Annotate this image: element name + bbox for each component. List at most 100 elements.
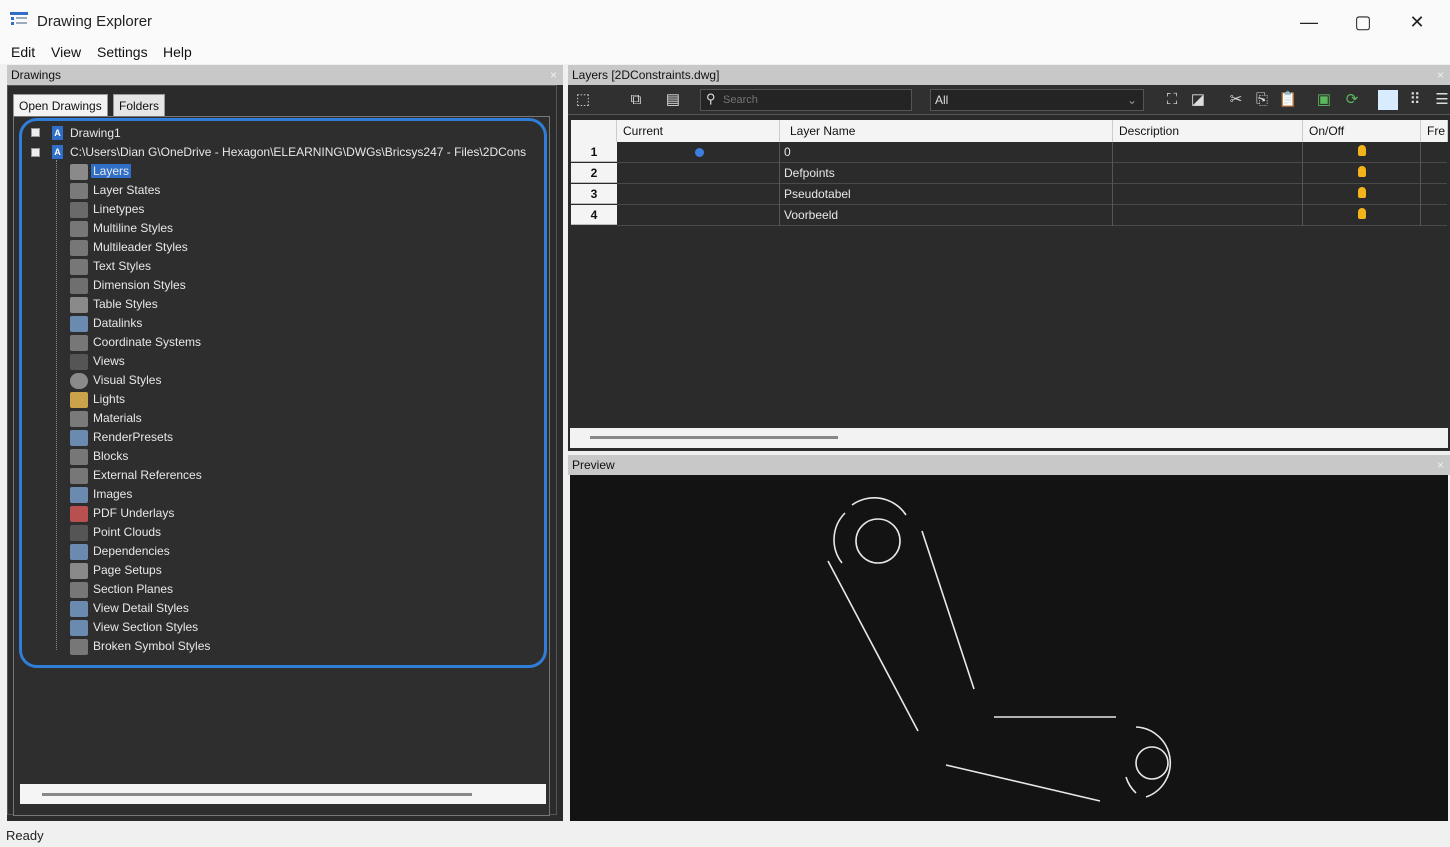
layers-panel-close-icon[interactable]: × [1437,65,1444,85]
tree-item-point-clouds[interactable]: Point Clouds [93,525,161,539]
layers-panel-header: Layers [2DConstraints.dwg] × [568,65,1450,85]
search-input[interactable] [723,92,903,108]
tab-open-drawings[interactable]: Open Drawings [13,94,108,116]
layer-filter-select[interactable]: All ⌄ [930,89,1144,111]
row-number[interactable]: 4 [571,205,617,225]
layer-filter-icon[interactable]: ⛶ [1162,90,1182,110]
table-row[interactable]: Defpoints [617,163,1447,184]
layer-name-cell[interactable]: Pseudotabel [780,184,1113,205]
tree-item-layer-states[interactable]: Layer States [93,183,160,197]
refresh-icon[interactable]: ⟳ [1342,90,1362,110]
cut-icon[interactable]: ✂ [1226,90,1246,110]
current-cell[interactable] [617,142,780,163]
export-icon[interactable]: ▣ [1314,90,1334,110]
minimize-button[interactable]: — [1286,8,1332,36]
menu-help[interactable]: Help [163,44,192,60]
views-icon [70,354,88,370]
tab-folders[interactable]: Folders [113,94,166,116]
preview-panel-title: Preview [572,458,615,472]
current-cell[interactable] [617,163,780,184]
on-off-cell[interactable] [1303,163,1421,184]
tree-item-lights[interactable]: Lights [93,392,125,406]
layer-name-cell[interactable]: 0 [780,142,1113,163]
tree-item-images[interactable]: Images [93,487,132,501]
tree-item-external-references[interactable]: External References [93,468,202,482]
tree-item-section-planes[interactable]: Section Planes [93,582,173,596]
tree-item-multileader-styles[interactable]: Multileader Styles [93,240,188,254]
layer-settings-icon[interactable]: ▤ [663,90,683,110]
list-view-icon[interactable]: ☰ [1432,90,1450,110]
on-off-cell[interactable] [1303,142,1421,163]
row-number[interactable]: 3 [571,184,617,204]
tree-item-view-section-styles[interactable]: View Section Styles [93,620,198,634]
layer-name-cell[interactable]: Voorbeeld [780,205,1113,226]
description-cell[interactable] [1113,163,1303,184]
copy-icon[interactable]: ⎘ [1252,90,1272,110]
preview-panel-close-icon[interactable]: × [1437,455,1444,475]
tree-item-dimension-styles[interactable]: Dimension Styles [93,278,186,292]
preview-line [827,560,919,732]
tree-item-views[interactable]: Views [93,354,125,368]
preview-arc [1125,776,1137,794]
tree-item-view-detail-styles[interactable]: View Detail Styles [93,601,189,615]
column-header-on-off[interactable]: On/Off [1303,120,1421,142]
layer-name-cell[interactable]: Defpoints [780,163,1113,184]
search-icon: ⚲ [706,91,716,106]
new-layer-icon[interactable]: ⬚ [573,90,593,110]
table-row[interactable]: Pseudotabel [617,184,1447,205]
description-cell[interactable] [1113,184,1303,205]
close-button[interactable]: ✕ [1394,8,1440,36]
grid-view-icon[interactable]: ⠿ [1405,90,1425,110]
description-cell[interactable] [1113,142,1303,163]
search-box[interactable]: ⚲ [700,89,912,111]
details-view-icon[interactable] [1378,90,1398,110]
tree-item-pdf-underlays[interactable]: PDF Underlays [93,506,174,520]
tree-item-text-styles[interactable]: Text Styles [93,259,151,273]
tree-item-broken-symbol-styles[interactable]: Broken Symbol Styles [93,639,210,653]
drawings-scroll-thumb[interactable] [42,793,472,796]
maximize-button[interactable]: ▢ [1340,8,1386,36]
on-off-cell[interactable] [1303,184,1421,205]
invert-filter-icon[interactable]: ◪ [1188,90,1208,110]
tree-item-layers[interactable]: Layers [91,164,132,178]
tree-item-dependencies[interactable]: Dependencies [93,544,170,558]
column-header-layer-name[interactable]: Layer Name [780,120,1113,142]
expand-icon[interactable] [31,128,40,137]
tree-item-visual-styles[interactable]: Visual Styles [93,373,161,387]
preview-panel-header: Preview × [568,455,1450,475]
tree-item-blocks[interactable]: Blocks [93,449,128,463]
row-number[interactable]: 1 [571,142,617,162]
column-header-current[interactable]: Current [617,120,780,142]
tree-item-render-presets[interactable]: RenderPresets [93,430,173,444]
layer-filter-value: All [935,93,949,107]
tree-root-path[interactable]: C:\Users\Dian G\OneDrive - Hexagon\ELEAR… [70,145,542,159]
table-row[interactable]: 0 [617,142,1447,163]
tree-root-drawing1[interactable]: Drawing1 [70,126,121,140]
table-row[interactable]: Voorbeeld [617,205,1447,226]
description-cell[interactable] [1113,205,1303,226]
drawings-panel-close-icon[interactable]: × [550,65,557,85]
row-number[interactable]: 2 [571,163,617,183]
menu-settings[interactable]: Settings [97,44,148,60]
layers-scroll-thumb[interactable] [590,436,838,439]
tree-item-page-setups[interactable]: Page Setups [93,563,162,577]
materials-icon [70,411,88,427]
tree-item-coordinate-systems[interactable]: Coordinate Systems [93,335,201,349]
tree-item-datalinks[interactable]: Datalinks [93,316,142,330]
collapse-icon[interactable] [31,148,40,157]
column-header-description[interactable]: Description [1113,120,1303,142]
current-cell[interactable] [617,205,780,226]
paste-icon[interactable]: 📋 [1278,90,1298,110]
menu-view[interactable]: View [51,44,81,60]
copy-layer-icon[interactable]: ⧉ [626,90,646,110]
preview-arc [833,512,846,564]
menu-edit[interactable]: Edit [11,44,35,60]
lightbulb-on-icon [1358,208,1366,219]
tree-item-linetypes[interactable]: Linetypes [93,202,144,216]
tree-item-table-styles[interactable]: Table Styles [93,297,158,311]
on-off-cell[interactable] [1303,205,1421,226]
tree-item-materials[interactable]: Materials [93,411,142,425]
current-cell[interactable] [617,184,780,205]
tree-item-multiline-styles[interactable]: Multiline Styles [93,221,173,235]
column-header-freeze[interactable]: Fre [1421,120,1448,142]
